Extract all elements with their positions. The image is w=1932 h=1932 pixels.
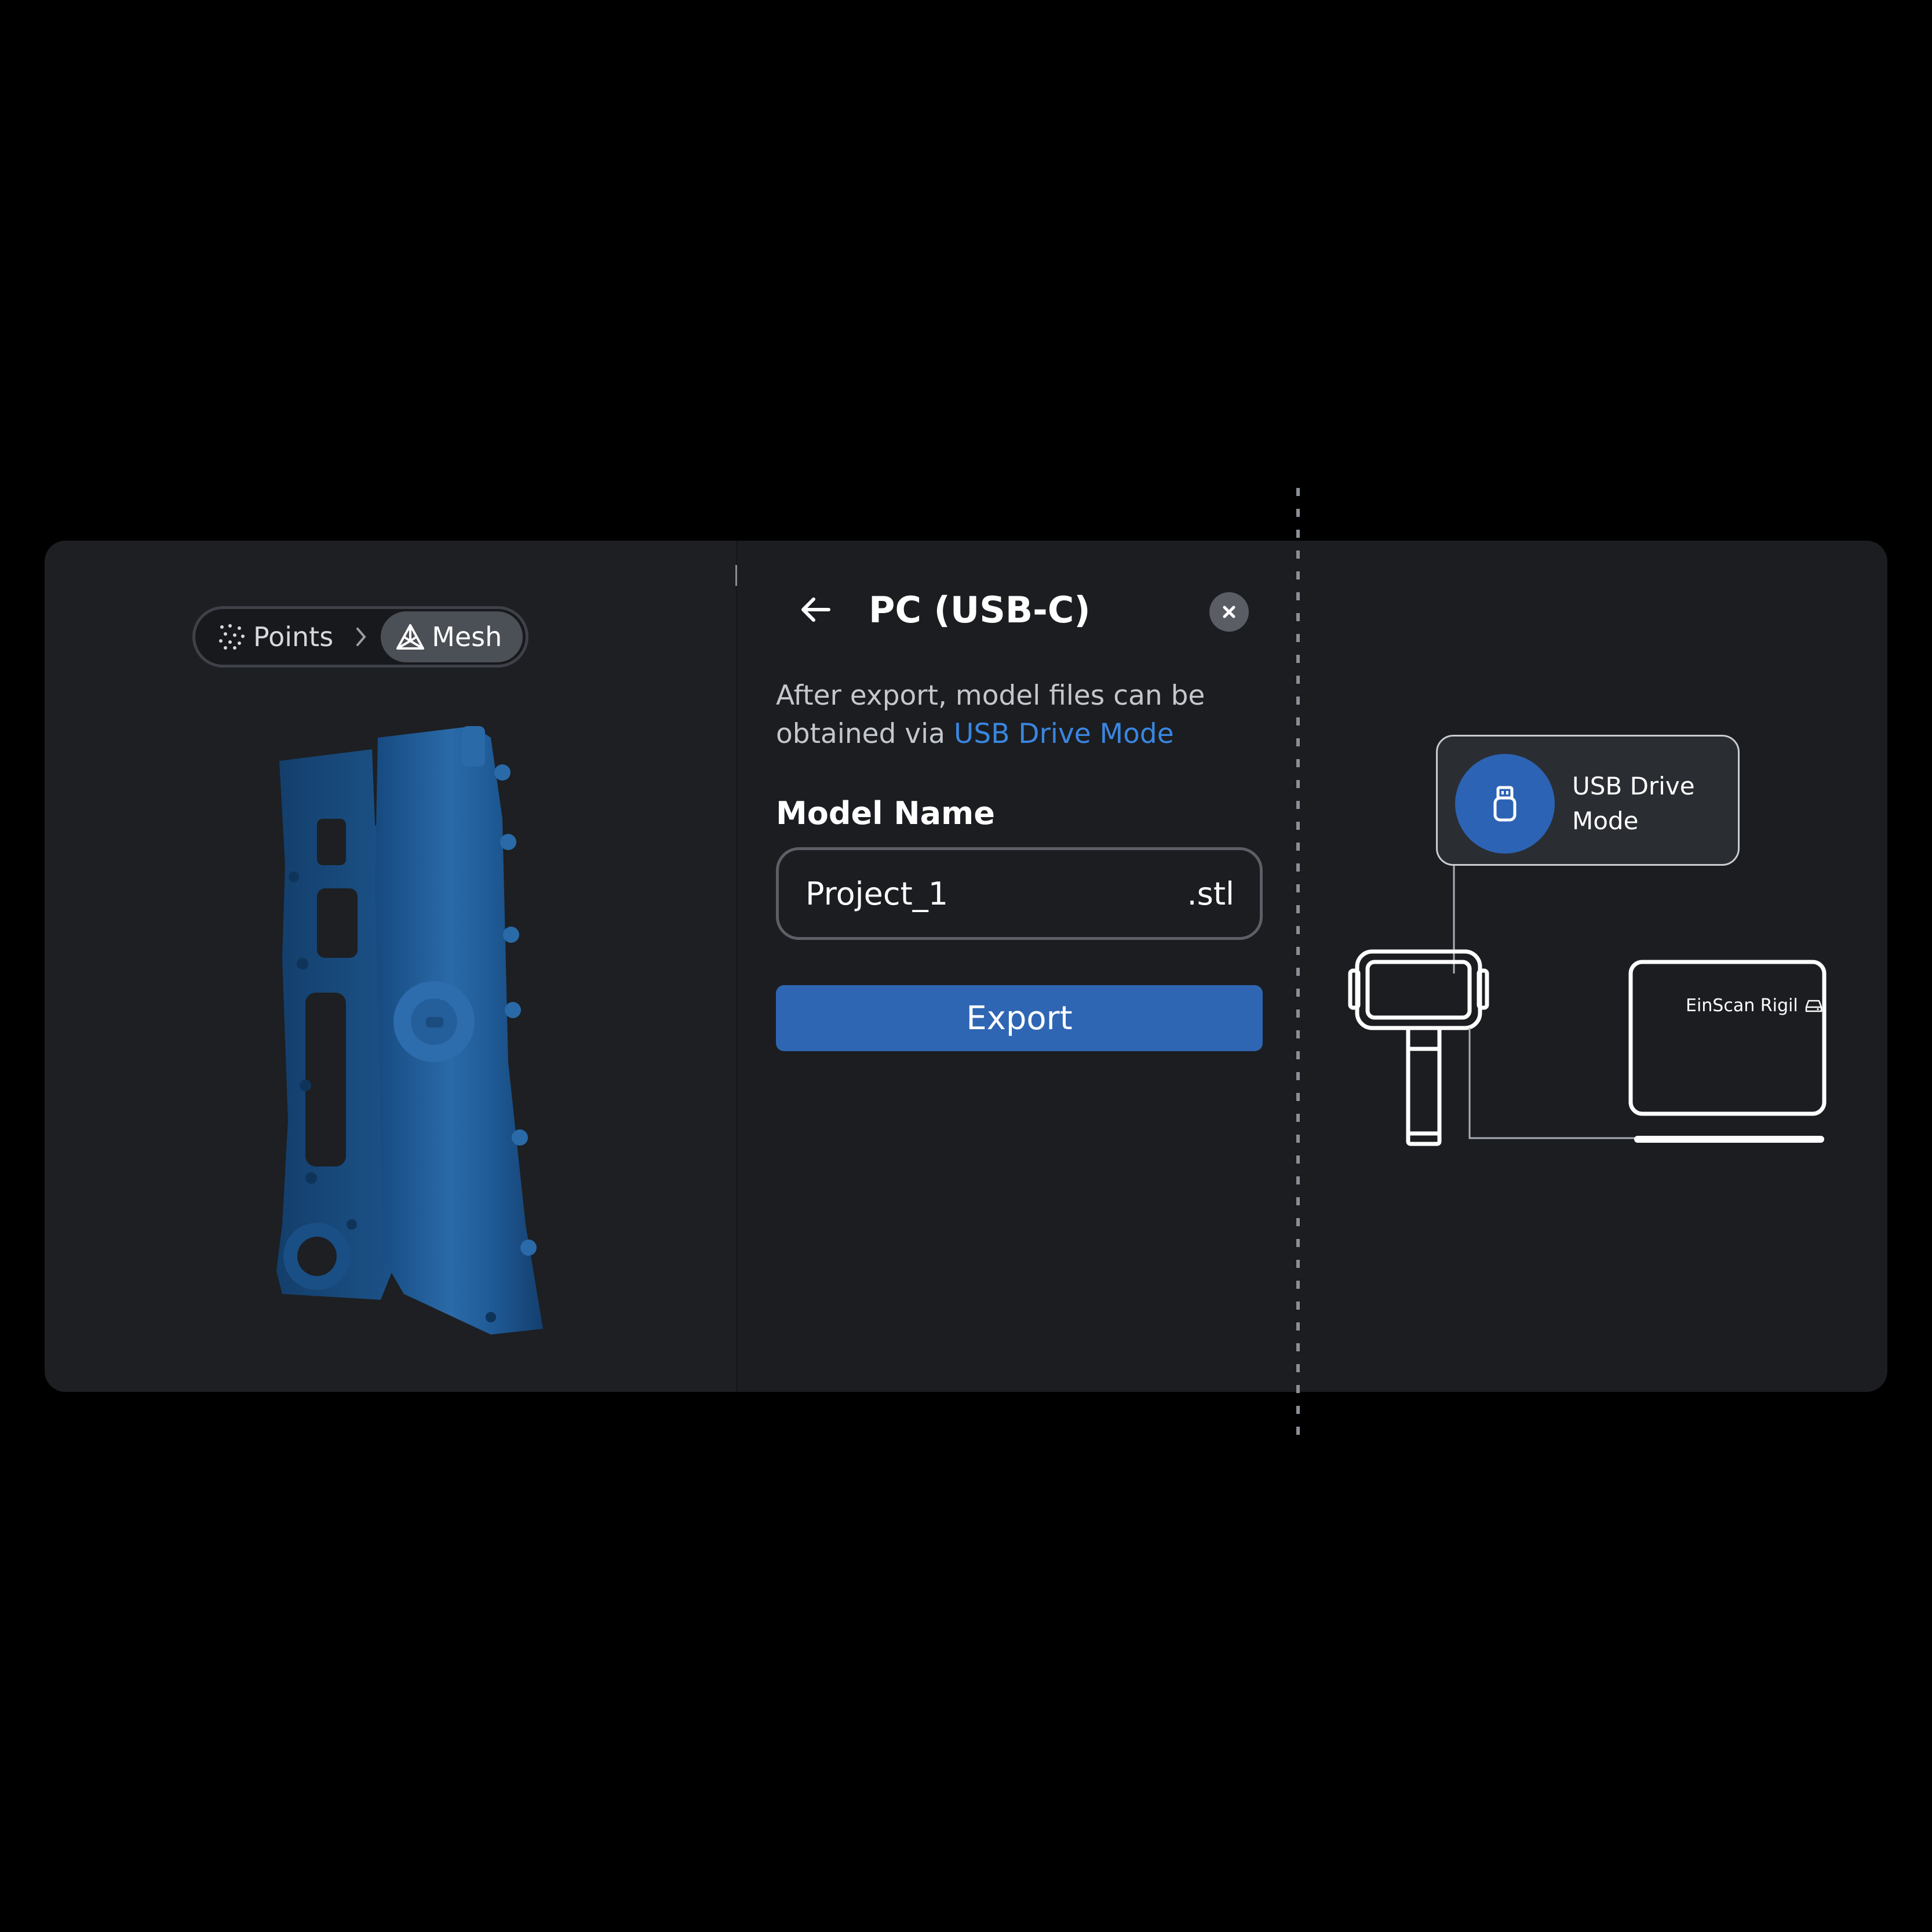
close-button[interactable] bbox=[1209, 592, 1249, 632]
mesh-label: Mesh bbox=[432, 621, 502, 652]
arrow-left-icon[interactable] bbox=[799, 592, 833, 627]
resize-handle[interactable] bbox=[735, 565, 737, 586]
file-extension: .stl bbox=[1187, 875, 1234, 912]
view-mode-switch[interactable]: Points Mesh bbox=[192, 606, 528, 668]
close-icon bbox=[1223, 606, 1235, 618]
usb-drive-mode-link[interactable]: USB Drive Mode bbox=[954, 718, 1174, 750]
points-icon bbox=[219, 624, 245, 650]
drive-icon bbox=[1805, 1000, 1822, 1012]
connection-diagram bbox=[1348, 866, 1827, 1146]
usb-icon-badge bbox=[1455, 754, 1555, 854]
dashed-divider bbox=[1296, 488, 1300, 1444]
mesh-icon bbox=[396, 624, 425, 650]
model-viewport[interactable]: Points Mesh bbox=[45, 541, 736, 1392]
usb-drive-icon bbox=[1493, 786, 1517, 822]
laptop-screen-label: EinScan Rigil bbox=[1686, 996, 1822, 1016]
scanner-device bbox=[1348, 949, 1489, 1146]
points-label: Points bbox=[253, 621, 334, 652]
device-name: EinScan Rigil bbox=[1686, 996, 1798, 1016]
chevron-right-icon bbox=[356, 628, 366, 646]
model-name-label: Model Name bbox=[776, 795, 995, 832]
laptop-device bbox=[1628, 960, 1827, 1116]
points-mode-button[interactable]: Points bbox=[218, 612, 381, 662]
export-description: After export, model files can be obtaine… bbox=[776, 677, 1216, 753]
model-name-value[interactable]: Project_1 bbox=[805, 876, 948, 912]
export-button[interactable]: Export bbox=[776, 985, 1263, 1051]
panel-title: PC (USB-C) bbox=[869, 589, 1091, 631]
usb-drive-mode-label: USB Drive Mode bbox=[1572, 772, 1695, 835]
mesh-mode-button[interactable]: Mesh bbox=[381, 611, 523, 662]
usb-drive-mode-card: USB Drive Mode bbox=[1436, 735, 1740, 866]
scanned-mesh-model[interactable] bbox=[218, 715, 578, 1340]
pane-divider bbox=[736, 541, 737, 1392]
model-name-field[interactable]: Project_1 .stl bbox=[776, 847, 1263, 940]
